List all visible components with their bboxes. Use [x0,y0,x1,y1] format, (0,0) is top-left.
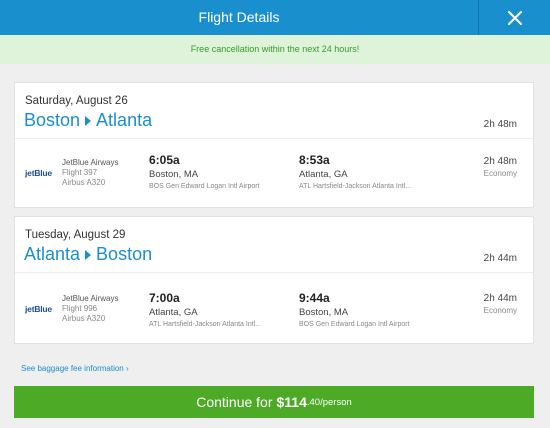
arrival-info: 9:44a Boston, MA BOS Gen Edward Logan In… [299,291,410,330]
cabin-class: Economy [483,306,517,315]
departure-info: 7:00a Atlanta, GA ATL Hartsfield-Jackson… [149,291,261,330]
route-destination: Atlanta [96,110,153,130]
close-button[interactable] [478,0,550,35]
airline-info: JetBlue Airways Flight 397 Airbus A320 [62,158,118,188]
cancellation-notice: Free cancellation within the next 24 hou… [0,35,550,64]
airline-name: JetBlue Airways [62,294,119,303]
airline-name: JetBlue Airways [62,158,119,167]
dialog-title: Flight Details [198,9,280,25]
departure-info: 6:05a Boston, MA BOS Gen Edward Logan In… [149,153,260,192]
flight-route: Atlanta Boston [24,244,152,265]
airline-logo: jetBlue [25,168,52,178]
segment-duration: 2h 44m [483,293,517,304]
close-icon [507,10,522,25]
route-origin: Atlanta [24,244,81,264]
arrival-time: 9:44a [299,291,330,305]
aircraft-type: Airbus A320 [62,178,106,187]
departure-city: Atlanta, GA [149,307,198,318]
segment-summary: 2h 44m Economy [484,292,517,316]
aircraft-type: Airbus A320 [62,314,106,323]
flight-card-return: Tuesday, August 29 Atlanta Boston 2h 44m… [14,216,534,344]
departure-city: Boston, MA [149,169,199,180]
arrival-city: Atlanta, GA [299,169,348,180]
route-arrow-icon [85,249,92,260]
flight-date: Tuesday, August 29 [25,229,126,241]
continue-price: $114 [276,394,307,410]
total-duration: 2h 48m [483,119,517,130]
divider [15,138,533,139]
departure-time: 6:05a [149,153,180,167]
flight-route: Boston Atlanta [24,110,152,131]
flight-number: Flight 996 [62,304,98,313]
arrival-city: Boston, MA [299,307,349,318]
segment-summary: 2h 48m Economy [484,155,517,179]
flight-card-outbound: Saturday, August 26 Boston Atlanta 2h 48… [14,82,534,208]
arrival-info: 8:53a Atlanta, GA ATL Hartsfield-Jackson… [299,153,411,192]
airline-info: JetBlue Airways Flight 996 Airbus A320 [62,294,118,324]
arrival-time: 8:53a [299,153,330,167]
arrival-airport: BOS Gen Edward Logan Intl Airport [299,321,410,328]
baggage-fee-link[interactable]: See baggage fee information › [21,364,129,373]
airline-logo: jetBlue [25,304,52,314]
total-duration: 2h 44m [483,253,517,264]
continue-label: Continue for [196,394,273,410]
route-destination: Boston [96,244,153,264]
segment-duration: 2h 48m [483,156,517,167]
route-arrow-icon [85,115,92,126]
header-bar: Flight Details [0,0,550,35]
continue-button[interactable]: Continue for $114 .40/person [14,386,534,418]
departure-airport: BOS Gen Edward Logan Intl Airport [149,183,260,190]
flight-number: Flight 397 [62,168,98,177]
route-origin: Boston [24,110,81,130]
cabin-class: Economy [483,169,517,178]
continue-price-suffix: .40/person [306,396,352,408]
departure-airport: ATL Hartsfield-Jackson Atlanta Intl... [149,321,262,328]
departure-time: 7:00a [149,291,180,305]
arrival-airport: ATL Hartsfield-Jackson Atlanta Intl... [299,183,412,190]
divider [15,272,533,273]
flight-date: Saturday, August 26 [25,95,128,107]
